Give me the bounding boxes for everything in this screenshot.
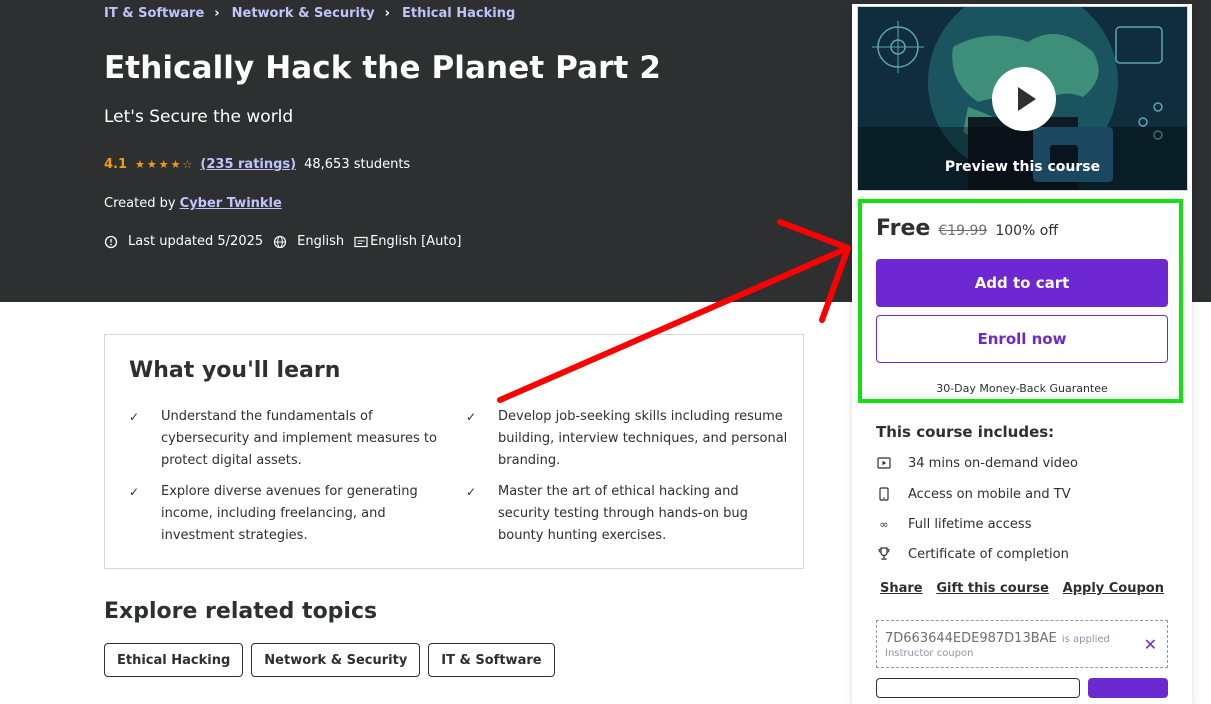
learn-item-text: Master the art of ethical hacking and se… bbox=[498, 484, 748, 543]
breadcrumb: IT & Software › Network & Security › Eth… bbox=[104, 4, 515, 22]
applied-coupon: 7D663644EDE987D13BAE is applied Instruct… bbox=[876, 620, 1168, 668]
ratings-link[interactable]: (235 ratings) bbox=[200, 157, 296, 172]
play-icon[interactable] bbox=[992, 67, 1056, 131]
breadcrumb-network-security[interactable]: Network & Security bbox=[232, 6, 375, 21]
created-by-label: Created by bbox=[104, 196, 176, 211]
apply-coupon-link[interactable]: Apply Coupon bbox=[1063, 581, 1164, 596]
learn-item: ✓ Master the art of ethical hacking and … bbox=[466, 481, 788, 547]
trophy-icon bbox=[876, 546, 892, 562]
video-icon bbox=[876, 455, 892, 471]
course-meta: Last updated 5/2025 English English [Aut… bbox=[104, 234, 472, 249]
apply-button[interactable] bbox=[1088, 678, 1168, 698]
close-icon[interactable]: ✕ bbox=[1144, 635, 1157, 654]
star-full-icon: ★ bbox=[146, 157, 157, 171]
include-item: 34 mins on-demand video bbox=[876, 455, 1078, 471]
chevron-right-icon: › bbox=[214, 5, 220, 21]
star-full-icon: ★ bbox=[158, 157, 169, 171]
share-link[interactable]: Share bbox=[880, 581, 923, 596]
include-item-label: Full lifetime access bbox=[908, 516, 1032, 532]
check-icon: ✓ bbox=[129, 485, 140, 499]
include-item-label: 34 mins on-demand video bbox=[908, 455, 1078, 471]
what-youll-learn: What you'll learn ✓ Understand the funda… bbox=[104, 334, 804, 569]
includes-title: This course includes: bbox=[876, 423, 1055, 441]
author-link[interactable]: Cyber Twinkle bbox=[180, 196, 282, 211]
explore-title: Explore related topics bbox=[104, 599, 378, 624]
last-updated: Last updated 5/2025 bbox=[104, 234, 263, 249]
infinity-icon: ∞ bbox=[879, 517, 889, 531]
check-icon: ✓ bbox=[129, 410, 140, 424]
course-preview[interactable]: Preview this course bbox=[857, 6, 1188, 191]
star-empty-icon: ☆ bbox=[182, 157, 193, 171]
created-by: Created by Cyber Twinkle bbox=[104, 196, 282, 211]
rating-value: 4.1 bbox=[104, 157, 128, 172]
learn-item-text: Understand the fundamentals of cybersecu… bbox=[161, 409, 437, 468]
check-icon: ✓ bbox=[466, 485, 477, 499]
chevron-right-icon: › bbox=[384, 5, 390, 21]
coupon-applied-text: is applied bbox=[1061, 634, 1110, 645]
gift-course-link[interactable]: Gift this course bbox=[936, 581, 1049, 596]
highlight-annotation bbox=[858, 199, 1183, 403]
last-updated-text: Last updated 5/2025 bbox=[128, 234, 264, 249]
language: English bbox=[273, 234, 344, 249]
captions-text: English [Auto] bbox=[370, 234, 462, 249]
topic-network-security[interactable]: Network & Security bbox=[251, 643, 421, 677]
language-text: English bbox=[297, 234, 345, 249]
course-title: Ethically Hack the Planet Part 2 bbox=[104, 50, 662, 86]
learn-item-text: Explore diverse avenues for generating i… bbox=[161, 484, 418, 543]
captions: English [Auto] bbox=[354, 234, 462, 249]
include-item-label: Access on mobile and TV bbox=[908, 486, 1071, 502]
breadcrumb-it-software[interactable]: IT & Software bbox=[104, 6, 204, 21]
learn-item: ✓ Explore diverse avenues for generating… bbox=[129, 481, 451, 547]
check-icon: ✓ bbox=[466, 410, 477, 424]
learn-item: ✓ Understand the fundamentals of cyberse… bbox=[129, 406, 451, 472]
mobile-icon bbox=[876, 486, 892, 502]
star-full-icon: ★ bbox=[170, 157, 181, 171]
related-topics: Ethical Hacking Network & Security IT & … bbox=[104, 643, 555, 677]
learn-item-text: Develop job-seeking skills including res… bbox=[498, 409, 788, 468]
topic-ethical-hacking[interactable]: Ethical Hacking bbox=[104, 643, 244, 677]
include-item: Certificate of completion bbox=[876, 546, 1069, 562]
include-item-label: Certificate of completion bbox=[908, 546, 1069, 562]
learn-title: What you'll learn bbox=[129, 358, 341, 383]
topic-it-software[interactable]: IT & Software bbox=[428, 643, 555, 677]
star-rating: ★ ★ ★ ★ ☆ bbox=[135, 158, 192, 172]
include-item: ∞ Full lifetime access bbox=[876, 516, 1031, 532]
learn-item: ✓ Develop job-seeking skills including r… bbox=[466, 406, 788, 472]
globe-icon bbox=[274, 235, 287, 248]
include-item: Access on mobile and TV bbox=[876, 486, 1071, 502]
students-count: 48,653 students bbox=[304, 157, 411, 172]
coupon-type: Instructor coupon bbox=[885, 648, 974, 659]
coupon-code: 7D663644EDE987D13BAE bbox=[885, 631, 1057, 646]
preview-label[interactable]: Preview this course bbox=[858, 159, 1187, 175]
coupon-input[interactable] bbox=[876, 678, 1080, 698]
sidebar-links: Share Gift this course Apply Coupon bbox=[880, 581, 1164, 596]
rating-row: 4.1 ★ ★ ★ ★ ☆ (235 ratings) 48,653 stude… bbox=[104, 157, 410, 172]
star-full-icon: ★ bbox=[135, 157, 145, 171]
breadcrumb-ethical-hacking[interactable]: Ethical Hacking bbox=[402, 6, 515, 21]
alert-clock-icon bbox=[104, 235, 118, 248]
course-subtitle: Let's Secure the world bbox=[104, 107, 294, 127]
captions-icon bbox=[354, 236, 368, 247]
